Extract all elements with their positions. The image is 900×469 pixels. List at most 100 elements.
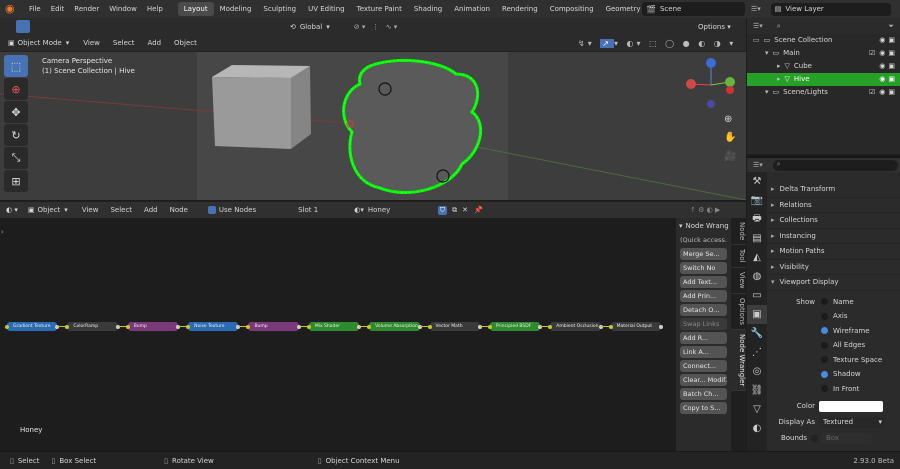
checkbox-checked-icon[interactable] xyxy=(821,370,828,378)
shader-node[interactable]: Principled BSDF xyxy=(489,322,541,331)
menu-file[interactable]: File xyxy=(24,5,46,13)
show-option-wireframe[interactable]: Wireframe xyxy=(821,327,870,335)
panel-relations[interactable]: ▸ Relations xyxy=(767,198,900,213)
close-icon[interactable]: ✕ xyxy=(462,206,468,214)
workspace-tab-modeling[interactable]: Modeling xyxy=(214,2,258,16)
camera-icon[interactable]: ▣ xyxy=(888,75,895,83)
bounds-checkbox[interactable] xyxy=(811,434,818,442)
shader-node[interactable]: Noise Texture xyxy=(188,322,239,331)
outliner-row[interactable]: ▾ ▭ Scene/Lights ☑ ◉ ▣ xyxy=(747,86,900,99)
search-icon[interactable]: ⌕ xyxy=(777,22,781,31)
material-selector[interactable]: ◐▾ Honey ⛉ ⧉ ✕ 📌 xyxy=(354,205,483,215)
mode-selector[interactable]: ▣ Object Mode ▾ xyxy=(8,39,69,47)
input-socket[interactable] xyxy=(367,324,372,329)
shader-node[interactable]: Volume Absorption xyxy=(369,322,420,331)
blender-logo-icon[interactable]: ◉ xyxy=(5,2,21,16)
node-wrangler-item[interactable]: Link A... xyxy=(680,346,727,358)
panel-collections[interactable]: ▸ Collections xyxy=(767,213,900,229)
node-wrangler-item[interactable]: Switch No xyxy=(680,262,727,274)
input-socket[interactable] xyxy=(427,324,432,329)
disclosure-triangle-icon[interactable]: ▾ xyxy=(765,49,769,57)
disclosure-triangle-icon[interactable]: ▸ xyxy=(777,75,781,83)
node-wrangler-item[interactable]: Detach O... xyxy=(680,304,727,316)
use-nodes-checkbox[interactable]: Use Nodes xyxy=(207,206,256,214)
input-socket[interactable] xyxy=(487,324,492,329)
outliner-row[interactable]: ▾ ▭ Main ☑ ◉ ▣ xyxy=(747,47,900,60)
disclosure-triangle-icon[interactable]: ▸ xyxy=(777,62,781,70)
show-option-shadow[interactable]: Shadow xyxy=(821,370,861,378)
menu-edit[interactable]: Edit xyxy=(46,5,70,13)
panel-delta-transform[interactable]: ▸ Delta Transform xyxy=(767,182,900,198)
eye-icon[interactable]: ◉ xyxy=(879,49,885,57)
output-socket[interactable] xyxy=(659,324,663,329)
shader-node[interactable]: Vector Math xyxy=(429,322,480,331)
checkbox-icon[interactable]: ☑ xyxy=(869,49,875,57)
shader-type-selector[interactable]: ▣ Object ▾ xyxy=(28,206,68,214)
collection-icon[interactable]: ▭ xyxy=(747,286,767,305)
pin-icon[interactable]: 📌 xyxy=(474,206,483,214)
show-option-in-front[interactable]: In Front xyxy=(821,385,859,393)
workspace-tab-rendering[interactable]: Rendering xyxy=(496,2,544,16)
input-socket[interactable] xyxy=(548,324,553,329)
world-icon[interactable]: ◍ xyxy=(747,267,767,286)
checkbox-icon[interactable] xyxy=(821,341,828,349)
node-wrangler-item[interactable]: Copy to S... xyxy=(680,402,727,414)
render-icon[interactable]: 📷 xyxy=(747,191,767,210)
sidebar-tab-options[interactable]: Options xyxy=(731,294,746,330)
expand-arrow-icon[interactable]: › xyxy=(1,228,4,236)
outliner-row[interactable]: ▸ ▽ Cube ◉ ▣ xyxy=(747,60,900,73)
shader-node[interactable]: Bump xyxy=(248,322,299,331)
modifier-wrench-icon[interactable]: 🔧 xyxy=(747,324,767,343)
checkbox-icon[interactable] xyxy=(821,385,828,393)
panel-viewport-display[interactable]: ▾ Viewport Display xyxy=(767,275,900,291)
camera-view-icon[interactable]: 🎥 xyxy=(724,151,736,162)
show-option-texture-space[interactable]: Texture Space xyxy=(821,356,882,364)
show-option-all-edges[interactable]: All Edges xyxy=(821,341,865,349)
workspace-tab-uv-editing[interactable]: UV Editing xyxy=(302,2,351,16)
filter-icon[interactable]: ⏷ xyxy=(888,22,894,31)
editor-type-icon[interactable]: ☰▾ xyxy=(753,161,763,169)
editor-type-icon[interactable]: ☰▾ xyxy=(751,5,761,13)
bounds-dropdown[interactable]: Box xyxy=(822,432,872,444)
select-tool-icon[interactable]: ⬚ xyxy=(4,55,28,77)
view-layer-selector[interactable]: ▤ View Layer xyxy=(770,2,891,16)
menu-render[interactable]: Render xyxy=(69,5,104,13)
node-wrangler-item[interactable]: Clear... Modif... xyxy=(680,374,727,386)
shader-node[interactable]: ColorRamp xyxy=(67,322,118,331)
node-menu-add[interactable]: Add xyxy=(144,206,158,214)
eye-icon[interactable]: ◉ xyxy=(879,62,885,70)
view-layer-icon[interactable]: ▤ xyxy=(747,229,767,248)
node-wrangler-item[interactable]: Swap Links xyxy=(680,318,727,330)
editor-type-icon[interactable]: ◐ ▾ xyxy=(6,206,18,214)
input-socket[interactable] xyxy=(306,324,311,329)
viewport-menu-view[interactable]: View xyxy=(83,39,100,47)
orientation-selector[interactable]: ⟲ Global ▾ xyxy=(290,23,330,31)
workspace-tab-layout[interactable]: Layout xyxy=(177,2,214,16)
panel-visibility[interactable]: ▸ Visibility xyxy=(767,260,900,275)
cursor-tool-icon[interactable]: ⊕ xyxy=(4,78,28,100)
checkbox-icon[interactable] xyxy=(821,298,828,306)
eye-icon[interactable]: ◉ xyxy=(879,88,885,96)
node-canvas[interactable]: › Gradient Texture ColorRamp Bump Noise Tex… xyxy=(0,218,676,451)
pivot-snap-icons[interactable]: ⊘ ▾ ⋮ ∿ ▾ xyxy=(354,23,398,31)
panel-motion-paths[interactable]: ▸ Motion Paths xyxy=(767,244,900,260)
node-wrangler-item[interactable]: Add R... xyxy=(680,332,727,344)
shading-buttons[interactable]: ↯▾ ↗ ▾ ◐▾ ⬚ ◯ ● ◐ ◑ ▾ xyxy=(578,38,736,48)
move-tool-icon[interactable]: ✥ xyxy=(4,101,28,123)
outliner-row[interactable]: ▭ ▭ Scene Collection ◉ ▣ xyxy=(747,34,900,47)
viewport-menu-object[interactable]: Object xyxy=(174,39,197,47)
camera-icon[interactable]: ▣ xyxy=(888,49,895,57)
menu-help[interactable]: Help xyxy=(142,5,168,13)
scale-tool-icon[interactable]: ⤡ xyxy=(4,147,28,169)
node-wrangler-item[interactable]: Add Text... xyxy=(680,276,727,288)
object-icon[interactable]: ▣ xyxy=(747,305,767,324)
workspace-tab-compositing[interactable]: Compositing xyxy=(544,2,600,16)
scene-icon[interactable]: ◭ xyxy=(747,248,767,267)
zoom-icon[interactable]: ⊕ xyxy=(724,114,732,125)
slot-selector[interactable]: Slot 1 xyxy=(298,206,318,214)
show-option-axis[interactable]: Axis xyxy=(821,312,848,320)
material-icon[interactable]: ◐ xyxy=(747,419,767,438)
constraints-icon[interactable]: ⛓ xyxy=(747,381,767,400)
tool-settings-icon[interactable]: ⚒ xyxy=(747,172,767,191)
disclosure-triangle-icon[interactable]: ▾ xyxy=(765,88,769,96)
